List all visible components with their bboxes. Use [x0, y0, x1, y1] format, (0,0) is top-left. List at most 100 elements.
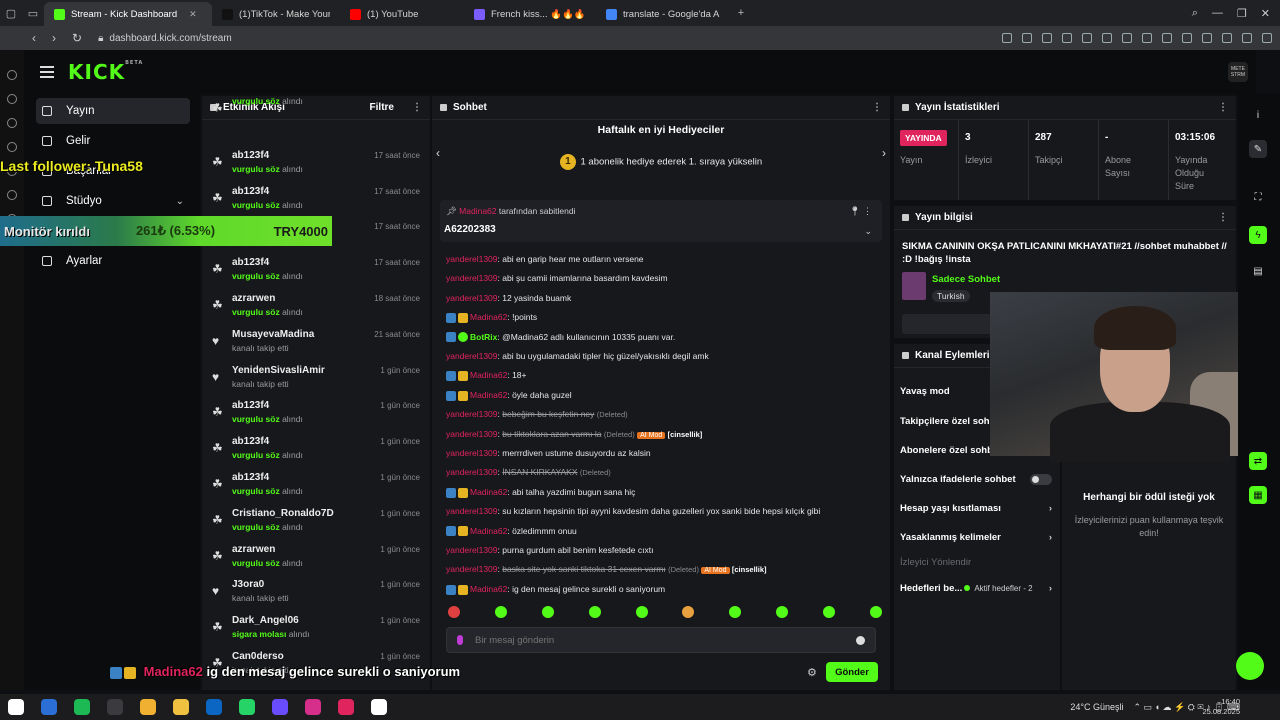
chevron-down-icon[interactable]: ⌄ — [864, 226, 872, 237]
chat-username[interactable]: Madina62 — [470, 526, 507, 536]
chat-username[interactable]: yanderel1309 — [446, 545, 498, 555]
emote-icon[interactable] — [541, 606, 554, 618]
browser-tab[interactable]: (1)TikTok - Make Your Day — [212, 2, 340, 26]
twitch-icon[interactable] — [7, 190, 17, 200]
chevron-right-icon[interactable]: › — [1049, 503, 1052, 514]
chat-message[interactable]: yanderel1309: bebeğim bu keşfetin ney (D… — [446, 409, 876, 419]
menu-icon[interactable] — [40, 66, 54, 78]
emote-icon[interactable] — [729, 606, 742, 618]
chat-username[interactable]: yanderel1309 — [446, 351, 498, 361]
activity-item[interactable]: ♥ MusayevaMadina kanalı takip etti 21 saat … — [210, 327, 424, 363]
chat-message[interactable]: yanderel1309: su kızların hepsinin tipi … — [446, 506, 876, 516]
chat-username[interactable]: Madina62 — [470, 312, 507, 322]
activity-user[interactable]: ab123f4 — [232, 400, 269, 411]
clip-icon[interactable]: ▦ — [1249, 486, 1267, 504]
sidebar-item[interactable]: Gelir — [36, 128, 190, 154]
emote-icon[interactable] — [635, 606, 648, 618]
forward-icon[interactable]: › — [52, 31, 56, 45]
chat-message[interactable]: Madina62: ig den mesaj gelince surekli o… — [446, 584, 876, 595]
avatar[interactable]: METE STRM — [1228, 62, 1248, 82]
activity-user[interactable]: Can0derso — [232, 651, 284, 662]
clock[interactable]: 16:40 25.08.2025 — [1202, 697, 1240, 717]
chat-settings-icon[interactable]: ⚙ — [807, 666, 817, 679]
activity-item[interactable]: ☘ ab123f4 vurgulu söz alındı 17 saat önce — [210, 255, 424, 291]
category-name[interactable]: Sadece Sohbet — [932, 274, 1000, 285]
chat-message[interactable]: yanderel1309: purna gurdum abil benim ke… — [446, 545, 876, 555]
extension-icon[interactable] — [1102, 33, 1112, 43]
chat-username[interactable]: yanderel1309 — [446, 448, 498, 458]
extension-icon[interactable] — [1082, 33, 1092, 43]
channel-action-row[interactable]: Yasaklanmış kelimeler › — [900, 532, 1056, 543]
activity-item[interactable]: ☘ ab123f4 vurgulu söz alındı 1 gün önce — [210, 434, 424, 470]
activity-user[interactable]: Cristiano_Ronaldo7D — [232, 508, 334, 519]
chat-username[interactable]: Madina62 — [470, 390, 507, 400]
activity-user[interactable]: azrarwen — [232, 544, 275, 555]
chat-message[interactable]: Madina62: !points — [446, 312, 876, 323]
activity-item[interactable]: ♥ J3ora0 kanalı takip etti 1 gün önce — [210, 577, 424, 613]
history-icon[interactable] — [7, 70, 17, 80]
extension-icon[interactable] — [1202, 33, 1212, 43]
activity-user[interactable]: Dark_Angel06 — [232, 615, 299, 626]
activity-item[interactable]: ☘ ab123f4 vurgulu söz alındı 1 gün önce — [210, 398, 424, 434]
activity-user[interactable]: ab123f4 — [232, 472, 269, 483]
spotify-icon[interactable] — [107, 699, 123, 715]
search-icon[interactable]: ⌕ — [1192, 7, 1198, 20]
minimize-icon[interactable]: — — [1212, 7, 1223, 20]
extension-icon[interactable] — [1262, 33, 1272, 43]
expand-icon[interactable]: ⛶ — [1249, 188, 1267, 206]
edit-info-button[interactable] — [902, 314, 994, 334]
maximize-icon[interactable]: ❐ — [1237, 7, 1247, 20]
activity-item[interactable]: ♥ YenidenSivasliAmir kanalı takip etti 1 gü… — [210, 363, 424, 399]
emote-icon[interactable] — [448, 606, 460, 618]
emoji-icon[interactable] — [856, 635, 865, 645]
activity-user[interactable]: ab123f4 — [232, 186, 269, 197]
extension-icon[interactable] — [1162, 33, 1172, 43]
activity-item[interactable]: ☘ ab123f4 vurgulu söz alındı 1 gün önce — [210, 470, 424, 506]
extension-icon[interactable] — [1062, 33, 1072, 43]
chat-username[interactable]: yanderel1309 — [446, 467, 498, 477]
activity-user[interactable]: MusayevaMadina — [232, 329, 314, 340]
chat-message[interactable]: yanderel1309: İNSAN KIRKAYAKX (Deleted) — [446, 467, 876, 477]
close-icon[interactable]: ✕ — [1261, 7, 1270, 20]
emote-icon[interactable] — [823, 606, 835, 618]
extension-icon[interactable] — [1222, 33, 1232, 43]
reward-icon[interactable]: ⇄ — [1249, 452, 1267, 470]
channel-action-row[interactable]: Hedefleri be... Aktif hedefler - 2 › — [900, 583, 1056, 594]
chat-message[interactable]: Madina62: özledimmm onuu — [446, 526, 876, 537]
search-icon[interactable] — [41, 699, 57, 715]
chat-message[interactable]: Madina62: öyle daha guzel — [446, 390, 876, 401]
whatsapp-icon[interactable] — [272, 699, 288, 715]
browser-tab[interactable]: (1) YouTube — [340, 2, 464, 26]
chat-username[interactable]: yanderel1309 — [446, 254, 498, 264]
chat-message[interactable]: yanderel1309: abi en garip hear me outla… — [446, 254, 876, 264]
edge-icon[interactable] — [74, 699, 90, 715]
chat-username[interactable]: yanderel1309 — [446, 273, 498, 283]
tab-search-icon[interactable]: ▭ — [22, 0, 44, 26]
edit-icon[interactable]: ✎ — [1249, 140, 1267, 158]
url-field[interactable]: 🔒︎ dashboard.kick.com/stream — [98, 33, 232, 44]
channel-action-row[interactable]: Yalnızca ifadelerle sohbet — [900, 474, 1056, 485]
chat-username[interactable]: yanderel1309 — [446, 429, 498, 439]
send-button[interactable]: Gönder — [826, 662, 878, 682]
activity-item[interactable]: ☘ vurgulu söz alındı — [210, 94, 424, 130]
info-icon[interactable]: i — [1249, 106, 1267, 124]
activity-item[interactable]: ☘ Cristiano_Ronaldo7D vurgulu söz alındı 1 … — [210, 506, 424, 542]
activity-item[interactable]: ☘ azrarwen vurgulu söz alındı 1 gün önce — [210, 542, 424, 578]
folder-icon[interactable] — [206, 699, 222, 715]
emote-icon[interactable] — [494, 606, 507, 618]
activity-item[interactable]: ☘ ab123f4 vurgulu söz alındı 17 saat önce — [210, 148, 424, 184]
emote-icon[interactable] — [776, 606, 789, 618]
extension-icon[interactable] — [1142, 33, 1152, 43]
sidebar-item[interactable]: Stüdyo ⌄ — [36, 188, 190, 214]
reload-icon[interactable]: ↻ — [72, 31, 82, 45]
activity-user[interactable]: J3ora0 — [232, 579, 264, 590]
emote-icon[interactable] — [682, 606, 695, 618]
kick-logo[interactable]: KICKBETA — [68, 60, 143, 84]
close-tab-icon[interactable]: ✕ — [189, 9, 197, 20]
extension-icon[interactable] — [1022, 33, 1032, 43]
activity-user[interactable]: ab123f4 — [232, 150, 269, 161]
chat-username[interactable]: Madina62 — [470, 487, 507, 497]
chat-message[interactable]: Madina62: 18+ — [446, 370, 876, 382]
emote-only-toggle[interactable] — [1030, 474, 1052, 485]
chat-username[interactable]: BotRix — [470, 332, 497, 342]
